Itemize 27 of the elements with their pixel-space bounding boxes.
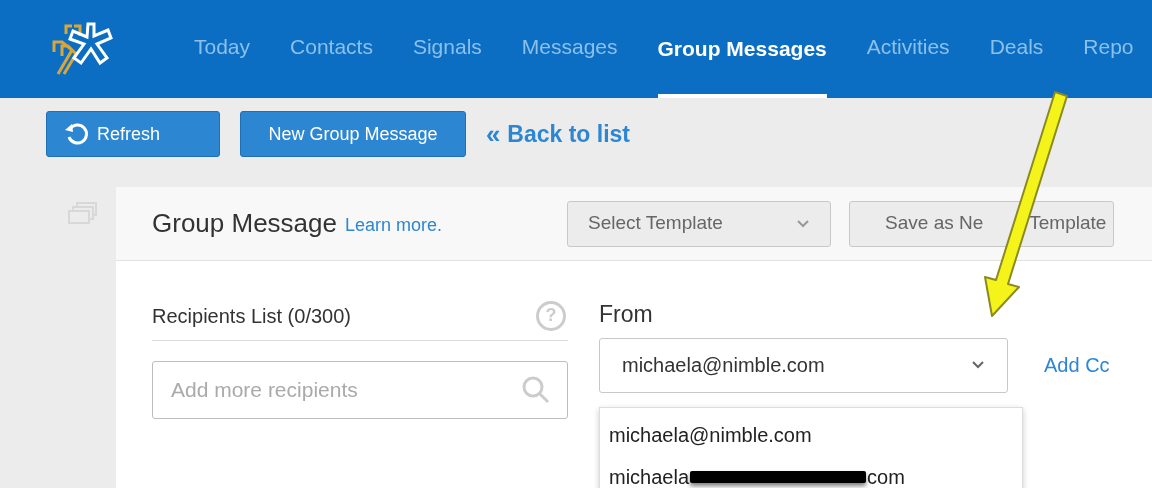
dropdown-option[interactable]: michaela com — [600, 456, 1022, 488]
from-select[interactable]: michaela@nimble.com — [599, 337, 1008, 393]
refresh-button[interactable]: Refresh — [46, 111, 220, 157]
search-icon — [522, 376, 550, 404]
new-group-message-button[interactable]: New Group Message — [240, 111, 466, 157]
template-select[interactable]: Select Template — [567, 200, 832, 247]
back-icon: ‹‹ — [486, 114, 498, 154]
nav-tab[interactable]: Today — [194, 0, 251, 98]
nav-tab[interactable]: Activities — [866, 0, 950, 98]
chevron-icon — [971, 360, 985, 370]
add-cc-link[interactable]: Add Cc — [1044, 350, 1110, 380]
save-template-button[interactable]: Save as Ne Template — [849, 200, 1115, 247]
recipients-label: Recipients List (0/300) — [152, 303, 351, 329]
nav-tab[interactable]: Repo — [1083, 0, 1134, 98]
dropdown-option[interactable]: michaela@nimble.com — [600, 414, 1022, 456]
nav-tab[interactable]: Signals — [412, 0, 482, 98]
from-label: From — [599, 300, 654, 329]
refresh-icon — [63, 120, 91, 148]
nav-tab[interactable]: Deals — [989, 0, 1044, 98]
nav-tab[interactable]: Contacts — [290, 0, 373, 98]
card-title: Group Message — [152, 207, 337, 240]
chevron-icon — [796, 218, 811, 229]
recipients-search-field[interactable]: Add more recipients — [152, 361, 568, 419]
back-to-list-link[interactable]: ‹‹ Back to list — [486, 114, 631, 154]
nav-tab[interactable]: Group Messages — [657, 0, 827, 98]
nav-tab[interactable]: Messages — [521, 0, 618, 98]
learn-more-link[interactable]: Learn more. — [345, 212, 443, 239]
